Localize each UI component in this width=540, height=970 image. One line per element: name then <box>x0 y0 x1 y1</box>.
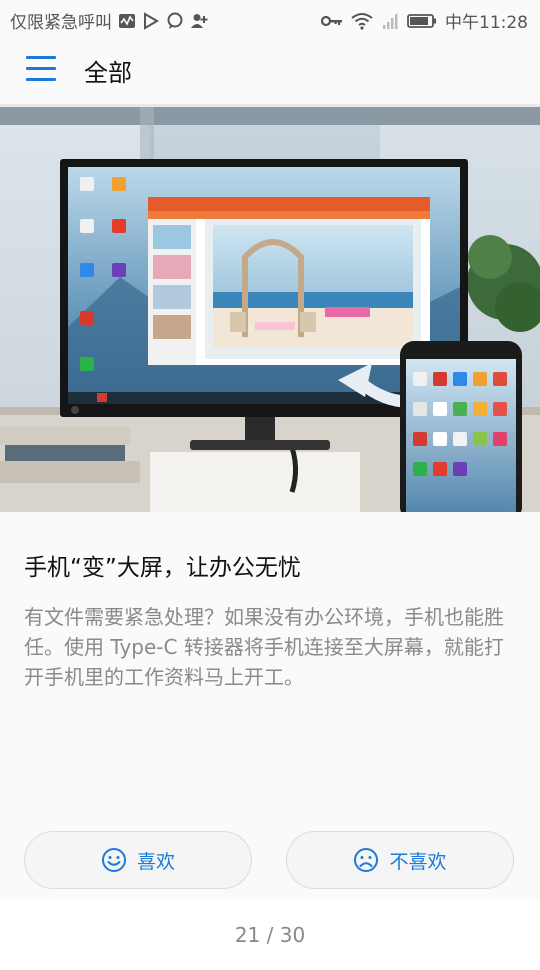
status-right: 中午11:28 <box>321 8 528 33</box>
play-store-icon <box>144 11 159 30</box>
frown-icon <box>354 848 379 872</box>
card-description: 有文件需要紧急处理？如果没有办公环境，手机也能胜任。使用 Type-C 转接器将… <box>24 605 504 689</box>
signal-icon <box>383 13 398 29</box>
battery-icon <box>407 13 436 28</box>
card-title: 手机“变”大屏，让办公无忧 <box>24 555 301 581</box>
key-icon <box>321 15 342 26</box>
add-user-icon <box>191 13 208 28</box>
like-label: 喜欢 <box>136 850 175 873</box>
chat-icon <box>167 12 183 29</box>
activity-icon <box>119 13 135 28</box>
hero-image <box>0 107 540 512</box>
status-bar: 仅限紧急呼叫 中午11:28 <box>0 0 540 36</box>
monitor-phone-illustration <box>0 107 540 512</box>
content-card: 手机“变”大屏，让办公无忧 有文件需要紧急处理？如果没有办公环境，手机也能胜任。… <box>0 512 540 900</box>
menu-icon[interactable] <box>26 56 56 82</box>
like-button[interactable]: 喜欢 <box>24 831 252 889</box>
dislike-label: 不喜欢 <box>389 850 447 873</box>
dislike-button[interactable]: 不喜欢 <box>286 831 514 889</box>
status-left: 仅限紧急呼叫 <box>10 8 208 33</box>
status-time: 中午11:28 <box>445 13 528 33</box>
wifi-icon <box>351 12 373 30</box>
page-indicator: 21 / 30 <box>0 900 540 960</box>
smile-icon <box>101 848 126 872</box>
carrier-text: 仅限紧急呼叫 <box>10 13 112 33</box>
page-title: 全部 <box>84 59 132 87</box>
app-bar: 全部 <box>0 36 540 107</box>
